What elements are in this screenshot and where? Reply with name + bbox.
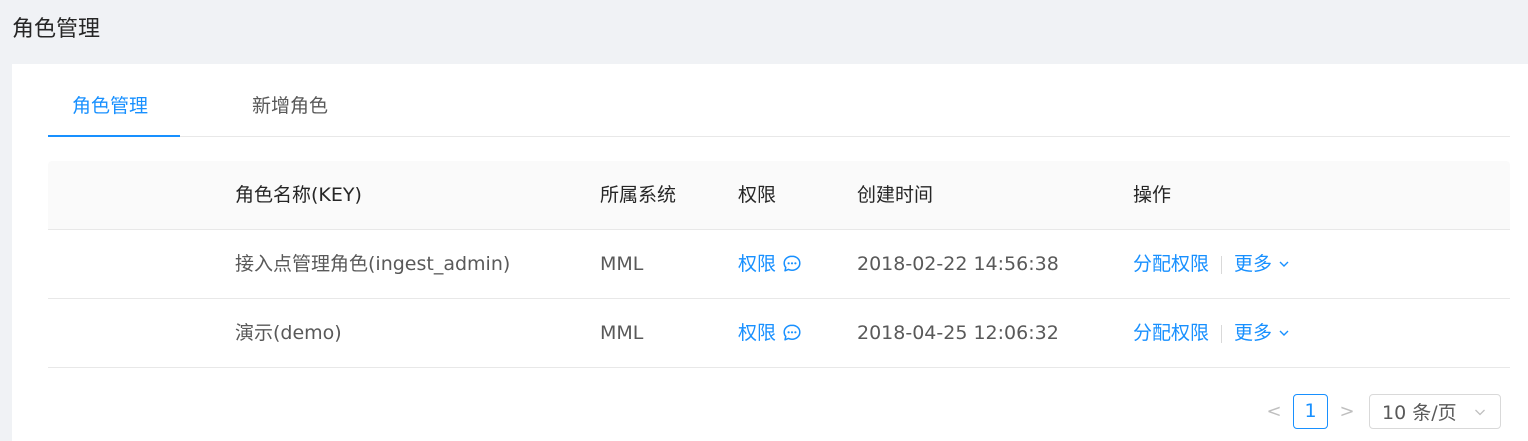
role-system: MML — [600, 253, 644, 275]
more-dropdown[interactable]: 更多 — [1234, 299, 1290, 367]
column-header-created: 创建时间 — [857, 184, 934, 206]
actions-cell: 分配权限 更多 — [1133, 299, 1290, 367]
chevron-down-icon — [1475, 409, 1485, 415]
permission-label: 权限 — [738, 322, 777, 344]
column-header-name: 角色名称(KEY) — [235, 184, 362, 206]
role-created-time: 2018-02-22 14:56:38 — [857, 253, 1059, 275]
role-name: 接入点管理角色(ingest_admin) — [235, 253, 511, 275]
table-row: 演示(demo) MML 权限 2018-04-25 12:06:32 分配权限… — [48, 299, 1510, 368]
permission-link[interactable]: 权限 — [738, 299, 802, 367]
page-number-button[interactable]: 1 — [1293, 393, 1328, 429]
action-divider — [1221, 324, 1223, 343]
assign-permission-button[interactable]: 分配权限 — [1133, 322, 1209, 344]
chevron-down-icon — [1279, 261, 1289, 267]
assign-permission-button[interactable]: 分配权限 — [1133, 253, 1209, 275]
role-created-time: 2018-04-25 12:06:32 — [857, 322, 1059, 344]
tab-bar: 角色管理 新增角色 — [48, 64, 1510, 137]
actions-cell: 分配权限 更多 — [1133, 230, 1290, 298]
more-dropdown[interactable]: 更多 — [1234, 230, 1290, 298]
page-size-value: 10 条/页 — [1382, 401, 1457, 424]
chat-bubble-icon — [783, 255, 801, 272]
column-header-system: 所属系统 — [600, 184, 677, 206]
page-size-select[interactable]: 10 条/页 — [1369, 393, 1501, 429]
content-card: 角色管理 新增角色 角色名称(KEY) 所属系统 权限 创建时间 操作 接入点管… — [12, 64, 1528, 441]
table-header: 角色名称(KEY) 所属系统 权限 创建时间 操作 — [48, 161, 1510, 230]
chevron-down-icon — [1279, 330, 1289, 336]
permission-link[interactable]: 权限 — [738, 230, 802, 298]
tab-add-role[interactable]: 新增角色 — [252, 90, 328, 122]
column-header-actions: 操作 — [1133, 184, 1172, 206]
role-name: 演示(demo) — [235, 322, 342, 344]
column-header-permission: 权限 — [738, 184, 777, 206]
permission-cell: 权限 — [738, 299, 802, 367]
table-row: 接入点管理角色(ingest_admin) MML 权限 2018-02-22 … — [48, 230, 1510, 299]
prev-page-button[interactable]: < — [1262, 393, 1286, 429]
pagination: < 1 > 10 条/页 — [1262, 393, 1501, 429]
permission-label: 权限 — [738, 253, 777, 275]
more-label: 更多 — [1234, 253, 1273, 275]
tab-role-management[interactable]: 角色管理 — [72, 90, 148, 122]
next-page-button[interactable]: > — [1335, 393, 1359, 429]
tab-active-indicator — [48, 135, 180, 137]
action-divider — [1221, 255, 1223, 274]
roles-table: 角色名称(KEY) 所属系统 权限 创建时间 操作 接入点管理角色(ingest… — [48, 161, 1510, 368]
permission-cell: 权限 — [738, 230, 802, 298]
more-label: 更多 — [1234, 322, 1273, 344]
chat-bubble-icon — [783, 324, 801, 341]
page-title: 角色管理 — [12, 17, 101, 42]
role-system: MML — [600, 322, 644, 344]
